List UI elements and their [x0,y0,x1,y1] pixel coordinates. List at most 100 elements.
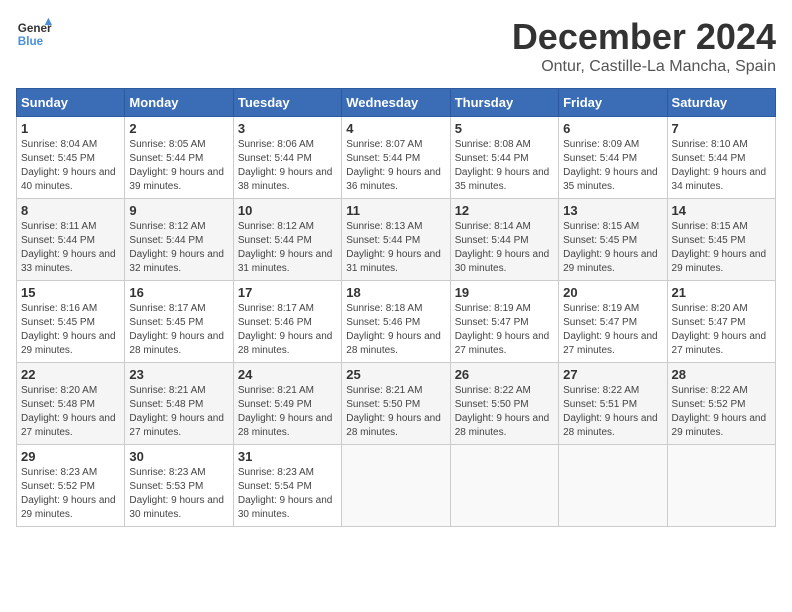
day-detail: Sunrise: 8:09 AMSunset: 5:44 PMDaylight:… [563,139,658,192]
day-detail: Sunrise: 8:15 AMSunset: 5:45 PMDaylight:… [672,221,767,274]
day-detail: Sunrise: 8:17 AMSunset: 5:45 PMDaylight:… [129,303,224,356]
day-number: 8 [21,203,120,218]
day-detail: Sunrise: 8:19 AMSunset: 5:47 PMDaylight:… [455,303,550,356]
day-number: 29 [21,449,120,464]
day-number: 27 [563,367,662,382]
day-detail: Sunrise: 8:21 AMSunset: 5:48 PMDaylight:… [129,385,224,438]
day-number: 3 [238,121,337,136]
day-detail: Sunrise: 8:05 AMSunset: 5:44 PMDaylight:… [129,139,224,192]
calendar-row: 8 Sunrise: 8:11 AMSunset: 5:44 PMDaylight… [17,199,776,281]
calendar-cell: 9Sunrise: 8:12 AMSunset: 5:44 PMDaylight… [125,199,233,281]
calendar-cell: 30 Sunrise: 8:23 AMSunset: 5:53 PMDayligh… [125,445,233,527]
calendar-cell: 22Sunrise: 8:20 AMSunset: 5:48 PMDayligh… [17,363,125,445]
logo: General Blue [16,16,52,52]
header-cell-thursday: Thursday [450,89,558,117]
calendar-cell: 29Sunrise: 8:23 AMSunset: 5:52 PMDayligh… [17,445,125,527]
calendar-header: SundayMondayTuesdayWednesdayThursdayFrid… [17,89,776,117]
calendar-cell: 24Sunrise: 8:21 AMSunset: 5:49 PMDayligh… [233,363,341,445]
calendar-cell: 21 Sunrise: 8:20 AMSunset: 5:47 PMDayligh… [667,281,775,363]
logo-icon: General Blue [16,16,52,52]
calendar-table: SundayMondayTuesdayWednesdayThursdayFrid… [16,88,776,527]
header-cell-friday: Friday [559,89,667,117]
day-detail: Sunrise: 8:22 AMSunset: 5:50 PMDaylight:… [455,385,550,438]
calendar-cell: 11 Sunrise: 8:13 AMSunset: 5:44 PMDayligh… [342,199,450,281]
title-section: December 2024 Ontur, Castille-La Mancha,… [512,16,776,76]
calendar-cell: 5 Sunrise: 8:08 AMSunset: 5:44 PMDaylight… [450,117,558,199]
calendar-row: 1Sunrise: 8:04 AMSunset: 5:45 PMDaylight… [17,117,776,199]
calendar-row: 15Sunrise: 8:16 AMSunset: 5:45 PMDayligh… [17,281,776,363]
day-number: 2 [129,121,228,136]
day-detail: Sunrise: 8:04 AMSunset: 5:45 PMDaylight:… [21,139,116,192]
header-cell-wednesday: Wednesday [342,89,450,117]
calendar-cell [559,445,667,527]
header-cell-saturday: Saturday [667,89,775,117]
calendar-cell: 25 Sunrise: 8:21 AMSunset: 5:50 PMDayligh… [342,363,450,445]
calendar-cell: 16 Sunrise: 8:17 AMSunset: 5:45 PMDayligh… [125,281,233,363]
day-detail: Sunrise: 8:21 AMSunset: 5:50 PMDaylight:… [346,385,441,438]
day-number: 28 [672,367,771,382]
calendar-cell: 19 Sunrise: 8:19 AMSunset: 5:47 PMDayligh… [450,281,558,363]
calendar-cell: 4Sunrise: 8:07 AMSunset: 5:44 PMDaylight… [342,117,450,199]
calendar-cell [450,445,558,527]
day-number: 11 [346,203,445,218]
calendar-cell: 10 Sunrise: 8:12 AMSunset: 5:44 PMDayligh… [233,199,341,281]
calendar-row: 22Sunrise: 8:20 AMSunset: 5:48 PMDayligh… [17,363,776,445]
calendar-cell: 3 Sunrise: 8:06 AMSunset: 5:44 PMDaylight… [233,117,341,199]
day-number: 14 [672,203,771,218]
calendar-row: 29Sunrise: 8:23 AMSunset: 5:52 PMDayligh… [17,445,776,527]
calendar-cell: 13 Sunrise: 8:15 AMSunset: 5:45 PMDayligh… [559,199,667,281]
calendar-cell: 12 Sunrise: 8:14 AMSunset: 5:44 PMDayligh… [450,199,558,281]
day-number: 26 [455,367,554,382]
calendar-cell: 6 Sunrise: 8:09 AMSunset: 5:44 PMDaylight… [559,117,667,199]
svg-text:Blue: Blue [18,35,44,48]
calendar-cell: 7 Sunrise: 8:10 AMSunset: 5:44 PMDaylight… [667,117,775,199]
day-number: 10 [238,203,337,218]
day-number: 12 [455,203,554,218]
day-number: 24 [238,367,337,382]
day-detail: Sunrise: 8:10 AMSunset: 5:44 PMDaylight:… [672,139,767,192]
day-number: 5 [455,121,554,136]
day-detail: Sunrise: 8:17 AMSunset: 5:46 PMDaylight:… [238,303,333,356]
day-detail: Sunrise: 8:19 AMSunset: 5:47 PMDaylight:… [563,303,658,356]
day-number: 6 [563,121,662,136]
day-number: 21 [672,285,771,300]
calendar-subtitle: Ontur, Castille-La Mancha, Spain [512,58,776,76]
day-number: 15 [21,285,120,300]
calendar-cell: 20 Sunrise: 8:19 AMSunset: 5:47 PMDayligh… [559,281,667,363]
calendar-cell: 17 Sunrise: 8:17 AMSunset: 5:46 PMDayligh… [233,281,341,363]
calendar-cell: 27Sunrise: 8:22 AMSunset: 5:51 PMDayligh… [559,363,667,445]
header: General Blue December 2024 Ontur, Castil… [16,16,776,76]
day-number: 20 [563,285,662,300]
day-number: 16 [129,285,228,300]
day-detail: Sunrise: 8:23 AMSunset: 5:54 PMDaylight:… [238,467,333,520]
day-detail: Sunrise: 8:23 AMSunset: 5:53 PMDaylight:… [129,467,224,520]
day-detail: Sunrise: 8:20 AMSunset: 5:47 PMDaylight:… [672,303,767,356]
day-number: 30 [129,449,228,464]
day-detail: Sunrise: 8:07 AMSunset: 5:44 PMDaylight:… [346,139,441,192]
day-number: 17 [238,285,337,300]
calendar-title: December 2024 [512,16,776,58]
day-detail: Sunrise: 8:15 AMSunset: 5:45 PMDaylight:… [563,221,658,274]
day-number: 18 [346,285,445,300]
day-detail: Sunrise: 8:14 AMSunset: 5:44 PMDaylight:… [455,221,550,274]
day-detail: Sunrise: 8:22 AMSunset: 5:52 PMDaylight:… [672,385,767,438]
day-detail: Sunrise: 8:13 AMSunset: 5:44 PMDaylight:… [346,221,441,274]
day-detail: Sunrise: 8:12 AMSunset: 5:44 PMDaylight:… [238,221,333,274]
day-number: 13 [563,203,662,218]
day-detail: Sunrise: 8:20 AMSunset: 5:48 PMDaylight:… [21,385,116,438]
day-number: 7 [672,121,771,136]
day-number: 25 [346,367,445,382]
day-detail: Sunrise: 8:06 AMSunset: 5:44 PMDaylight:… [238,139,333,192]
day-detail: Sunrise: 8:11 AMSunset: 5:44 PMDaylight:… [21,221,116,274]
calendar-cell: 28 Sunrise: 8:22 AMSunset: 5:52 PMDayligh… [667,363,775,445]
calendar-cell: 18Sunrise: 8:18 AMSunset: 5:46 PMDayligh… [342,281,450,363]
day-detail: Sunrise: 8:08 AMSunset: 5:44 PMDaylight:… [455,139,550,192]
day-number: 19 [455,285,554,300]
calendar-cell [342,445,450,527]
day-number: 31 [238,449,337,464]
calendar-cell: 31 Sunrise: 8:23 AMSunset: 5:54 PMDayligh… [233,445,341,527]
header-cell-tuesday: Tuesday [233,89,341,117]
calendar-cell: 14 Sunrise: 8:15 AMSunset: 5:45 PMDayligh… [667,199,775,281]
calendar-cell: 2 Sunrise: 8:05 AMSunset: 5:44 PMDaylight… [125,117,233,199]
calendar-cell: 8 Sunrise: 8:11 AMSunset: 5:44 PMDaylight… [17,199,125,281]
